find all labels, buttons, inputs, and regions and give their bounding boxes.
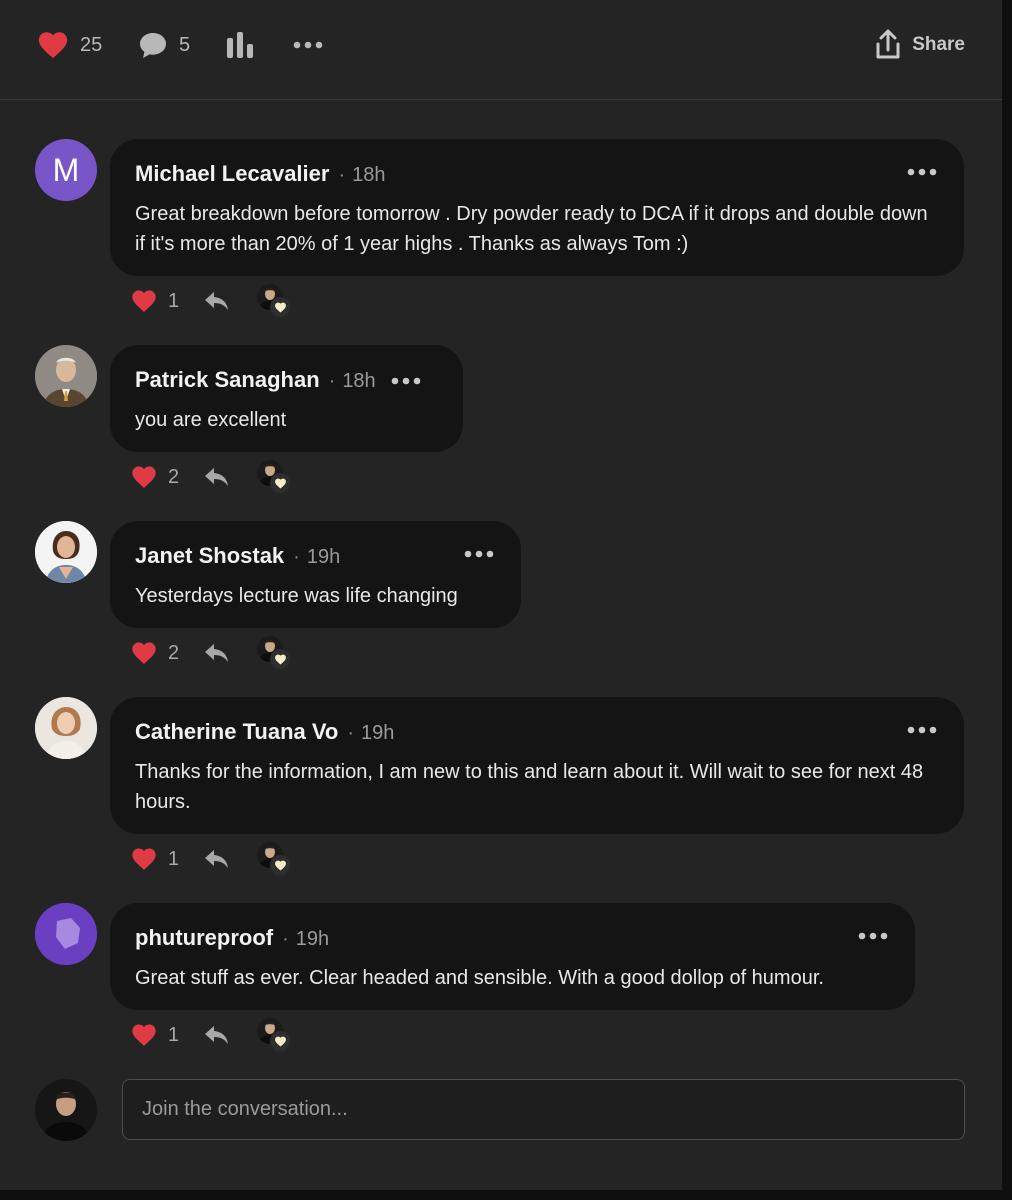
reply-icon[interactable] (203, 289, 231, 313)
bar-chart-icon (227, 32, 253, 58)
comment-bubble: Michael Lecavalier · 18h Great breakdown… (110, 139, 964, 276)
comment-actions: 2 (130, 633, 291, 673)
comment-author[interactable]: phutureproof (135, 925, 273, 951)
heart-icon (130, 287, 158, 315)
liked-by-author[interactable] (257, 284, 291, 318)
comment-author[interactable]: Michael Lecavalier (135, 161, 329, 187)
avatar[interactable] (35, 345, 97, 407)
stats-button[interactable] (225, 28, 255, 62)
reply-icon[interactable] (203, 465, 231, 489)
comment-more-button[interactable] (857, 929, 889, 943)
comment-more-button[interactable] (463, 547, 495, 561)
comment-bubble: Catherine Tuana Vo · 19h Thanks for the … (110, 697, 964, 834)
comment-actions: 1 (130, 839, 291, 879)
comment-more-button[interactable] (906, 165, 938, 179)
comment-time[interactable]: 19h (361, 722, 394, 745)
comment-more-button[interactable] (390, 374, 422, 388)
current-user-avatar (35, 1079, 97, 1141)
separator-dot: · (328, 370, 336, 392)
more-dots-icon (292, 38, 324, 52)
avatar[interactable]: M (35, 139, 97, 201)
comment-like-button[interactable]: 2 (130, 463, 179, 491)
comment-actions: 1 (130, 1015, 291, 1055)
avatar-letter: M (52, 151, 80, 188)
comment-like-count: 2 (168, 465, 180, 488)
comment-button[interactable]: 5 (137, 28, 190, 62)
comment-time[interactable]: 18h (352, 164, 385, 187)
avatar-photo (35, 345, 97, 407)
comment-like-count: 1 (168, 289, 180, 312)
heart-badge-icon (270, 297, 291, 317)
separator-dot: · (282, 928, 289, 950)
comment-actions: 2 (130, 457, 291, 497)
comment-text: Yesterdays lecture was life changing (135, 585, 458, 607)
heart-icon (130, 639, 158, 667)
avatar[interactable] (35, 903, 97, 965)
comment-actions: 1 (130, 281, 291, 321)
liked-by-author[interactable] (257, 636, 291, 670)
separator-dot: · (338, 164, 346, 186)
comment-text: Great breakdown before tomorrow . Dry po… (135, 203, 928, 255)
comment-text: Great stuff as ever. Clear headed and se… (135, 967, 824, 989)
comment-time[interactable]: 19h (296, 928, 329, 951)
comment-like-button[interactable]: 2 (130, 639, 179, 667)
heart-badge-icon (270, 473, 291, 493)
heart-icon (130, 463, 158, 491)
heart-icon (130, 845, 158, 873)
comment-time[interactable]: 18h (342, 370, 375, 393)
heart-badge-icon (270, 649, 291, 669)
comment-bubble: Patrick Sanaghan · 18h you are excellent (110, 345, 463, 452)
comment-text: you are excellent (135, 409, 287, 431)
heart-icon (130, 1021, 158, 1049)
like-count: 25 (80, 33, 103, 56)
avatar-photo (35, 1079, 97, 1141)
comment-like-count: 1 (168, 847, 180, 870)
comment-like-count: 1 (168, 1023, 180, 1046)
avatar[interactable] (35, 697, 97, 759)
comment-like-count: 2 (168, 641, 180, 664)
reply-icon[interactable] (203, 641, 231, 665)
share-button[interactable]: Share (874, 28, 965, 62)
comment-text: Thanks for the information, I am new to … (135, 761, 924, 813)
comments-panel: 25 5 Share M Michael Lecavalier · 18h Gr… (0, 0, 1002, 1190)
comment-bubble: Janet Shostak · 19h Yesterdays lecture w… (110, 521, 521, 628)
heart-badge-icon (270, 855, 291, 875)
separator-dot: · (293, 546, 300, 568)
post-action-bar: 25 5 Share (0, 0, 1002, 100)
comment-input[interactable] (122, 1079, 965, 1140)
liked-by-author[interactable] (257, 460, 291, 494)
like-button[interactable]: 25 (36, 28, 102, 62)
comment-bubble-icon (140, 33, 166, 58)
avatar-photo (35, 521, 97, 583)
heart-badge-icon (270, 1031, 291, 1051)
liked-by-author[interactable] (257, 1018, 291, 1052)
avatar-photo (35, 697, 97, 759)
liked-by-author[interactable] (257, 842, 291, 876)
share-label: Share (912, 34, 965, 55)
comment-time[interactable]: 19h (307, 546, 340, 569)
comment-author[interactable]: Janet Shostak (135, 543, 284, 569)
separator-dot: · (347, 722, 354, 744)
comment-author[interactable]: Patrick Sanaghan (135, 367, 320, 393)
comment-like-button[interactable]: 1 (130, 287, 179, 315)
reply-icon[interactable] (203, 847, 231, 871)
share-upload-icon (876, 29, 900, 59)
comment-like-button[interactable]: 1 (130, 1021, 179, 1049)
post-more-button[interactable] (292, 28, 324, 62)
comment-author[interactable]: Catherine Tuana Vo (135, 719, 338, 745)
comment-count: 5 (179, 33, 191, 56)
hexagon-avatar-icon (35, 903, 97, 965)
comment-more-button[interactable] (906, 723, 938, 737)
comment-like-button[interactable]: 1 (130, 845, 179, 873)
comment-bubble: phutureproof · 19h Great stuff as ever. … (110, 903, 915, 1010)
avatar[interactable] (35, 521, 97, 583)
reply-icon[interactable] (203, 1023, 231, 1047)
heart-icon (36, 28, 70, 62)
